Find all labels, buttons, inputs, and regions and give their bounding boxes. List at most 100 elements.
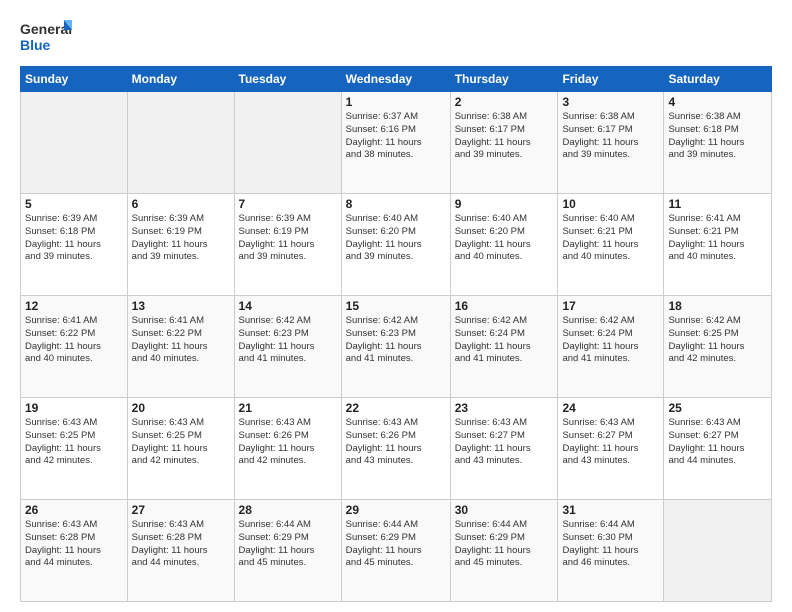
day-number: 15 xyxy=(346,299,446,313)
week-row-0: 1 Sunrise: 6:37 AM Sunset: 6:16 PM Daylig… xyxy=(21,92,772,194)
day-info: Sunrise: 6:43 AM Sunset: 6:27 PM Dayligh… xyxy=(562,417,659,468)
day-number: 27 xyxy=(132,503,230,517)
day-info: Sunrise: 6:43 AM Sunset: 6:28 PM Dayligh… xyxy=(25,519,123,570)
weekday-thursday: Thursday xyxy=(450,67,558,92)
day-info: Sunrise: 6:40 AM Sunset: 6:20 PM Dayligh… xyxy=(346,213,446,264)
calendar-cell: 17 Sunrise: 6:42 AM Sunset: 6:24 PM Dayli… xyxy=(558,296,664,398)
day-number: 12 xyxy=(25,299,123,313)
day-info: Sunrise: 6:42 AM Sunset: 6:25 PM Dayligh… xyxy=(668,315,767,366)
day-number: 6 xyxy=(132,197,230,211)
calendar-cell: 8 Sunrise: 6:40 AM Sunset: 6:20 PM Daylig… xyxy=(341,194,450,296)
day-number: 2 xyxy=(455,95,554,109)
day-number: 19 xyxy=(25,401,123,415)
calendar-cell: 13 Sunrise: 6:41 AM Sunset: 6:22 PM Dayli… xyxy=(127,296,234,398)
calendar-cell: 11 Sunrise: 6:41 AM Sunset: 6:21 PM Dayli… xyxy=(664,194,772,296)
day-number: 3 xyxy=(562,95,659,109)
calendar-cell: 30 Sunrise: 6:44 AM Sunset: 6:29 PM Dayli… xyxy=(450,500,558,602)
day-number: 5 xyxy=(25,197,123,211)
weekday-tuesday: Tuesday xyxy=(234,67,341,92)
calendar-cell: 7Sunrise: 6:39 AM Sunset: 6:19 PM Daylig… xyxy=(234,194,341,296)
day-info: Sunrise: 6:42 AM Sunset: 6:24 PM Dayligh… xyxy=(562,315,659,366)
calendar-cell: 3 Sunrise: 6:38 AM Sunset: 6:17 PM Daylig… xyxy=(558,92,664,194)
calendar-cell: 15 Sunrise: 6:42 AM Sunset: 6:23 PM Dayli… xyxy=(341,296,450,398)
calendar-cell: 10 Sunrise: 6:40 AM Sunset: 6:21 PM Dayli… xyxy=(558,194,664,296)
day-number: 17 xyxy=(562,299,659,313)
day-number: 28 xyxy=(239,503,337,517)
day-number: 30 xyxy=(455,503,554,517)
day-info: Sunrise: 6:42 AM Sunset: 6:23 PM Dayligh… xyxy=(239,315,337,366)
day-info: Sunrise: 6:41 AM Sunset: 6:21 PM Dayligh… xyxy=(668,213,767,264)
day-info: Sunrise: 6:43 AM Sunset: 6:26 PM Dayligh… xyxy=(346,417,446,468)
day-number: 21 xyxy=(239,401,337,415)
day-number: 8 xyxy=(346,197,446,211)
day-number: 23 xyxy=(455,401,554,415)
logo: General Blue xyxy=(20,18,72,56)
calendar-table: SundayMondayTuesdayWednesdayThursdayFrid… xyxy=(20,66,772,602)
day-info: Sunrise: 6:44 AM Sunset: 6:29 PM Dayligh… xyxy=(455,519,554,570)
calendar-cell: 21 Sunrise: 6:43 AM Sunset: 6:26 PM Dayli… xyxy=(234,398,341,500)
day-info: Sunrise: 6:43 AM Sunset: 6:26 PM Dayligh… xyxy=(239,417,337,468)
day-info: Sunrise: 6:43 AM Sunset: 6:28 PM Dayligh… xyxy=(132,519,230,570)
day-number: 1 xyxy=(346,95,446,109)
calendar-cell: 19 Sunrise: 6:43 AM Sunset: 6:25 PM Dayli… xyxy=(21,398,128,500)
day-info: Sunrise: 6:41 AM Sunset: 6:22 PM Dayligh… xyxy=(132,315,230,366)
calendar-cell: 20 Sunrise: 6:43 AM Sunset: 6:25 PM Dayli… xyxy=(127,398,234,500)
logo-svg: General Blue xyxy=(20,18,72,56)
week-row-3: 19 Sunrise: 6:43 AM Sunset: 6:25 PM Dayli… xyxy=(21,398,772,500)
calendar-cell xyxy=(127,92,234,194)
weekday-friday: Friday xyxy=(558,67,664,92)
calendar-cell: 2Sunrise: 6:38 AM Sunset: 6:17 PM Daylig… xyxy=(450,92,558,194)
weekday-saturday: Saturday xyxy=(664,67,772,92)
weekday-sunday: Sunday xyxy=(21,67,128,92)
calendar-cell: 27 Sunrise: 6:43 AM Sunset: 6:28 PM Dayli… xyxy=(127,500,234,602)
calendar-cell: 14 Sunrise: 6:42 AM Sunset: 6:23 PM Dayli… xyxy=(234,296,341,398)
day-number: 20 xyxy=(132,401,230,415)
day-info: Sunrise: 6:40 AM Sunset: 6:21 PM Dayligh… xyxy=(562,213,659,264)
day-info: Sunrise: 6:39 AM Sunset: 6:18 PM Dayligh… xyxy=(25,213,123,264)
day-number: 14 xyxy=(239,299,337,313)
calendar-cell: 25Sunrise: 6:43 AM Sunset: 6:27 PM Dayli… xyxy=(664,398,772,500)
day-number: 26 xyxy=(25,503,123,517)
day-info: Sunrise: 6:42 AM Sunset: 6:23 PM Dayligh… xyxy=(346,315,446,366)
page: General Blue SundayMondayTuesdayWednesda… xyxy=(0,0,792,612)
calendar-cell: 18 Sunrise: 6:42 AM Sunset: 6:25 PM Dayli… xyxy=(664,296,772,398)
calendar-cell: 16 Sunrise: 6:42 AM Sunset: 6:24 PM Dayli… xyxy=(450,296,558,398)
calendar-cell: 22 Sunrise: 6:43 AM Sunset: 6:26 PM Dayli… xyxy=(341,398,450,500)
calendar-cell: 28 Sunrise: 6:44 AM Sunset: 6:29 PM Dayli… xyxy=(234,500,341,602)
day-info: Sunrise: 6:44 AM Sunset: 6:29 PM Dayligh… xyxy=(239,519,337,570)
day-info: Sunrise: 6:43 AM Sunset: 6:25 PM Dayligh… xyxy=(25,417,123,468)
day-info: Sunrise: 6:38 AM Sunset: 6:17 PM Dayligh… xyxy=(562,111,659,162)
calendar-cell: 26 Sunrise: 6:43 AM Sunset: 6:28 PM Dayli… xyxy=(21,500,128,602)
day-info: Sunrise: 6:42 AM Sunset: 6:24 PM Dayligh… xyxy=(455,315,554,366)
day-number: 10 xyxy=(562,197,659,211)
day-info: Sunrise: 6:44 AM Sunset: 6:29 PM Dayligh… xyxy=(346,519,446,570)
week-row-2: 12 Sunrise: 6:41 AM Sunset: 6:22 PM Dayli… xyxy=(21,296,772,398)
day-number: 18 xyxy=(668,299,767,313)
day-info: Sunrise: 6:43 AM Sunset: 6:27 PM Dayligh… xyxy=(668,417,767,468)
day-number: 4 xyxy=(668,95,767,109)
weekday-monday: Monday xyxy=(127,67,234,92)
calendar-cell: 12Sunrise: 6:41 AM Sunset: 6:22 PM Dayli… xyxy=(21,296,128,398)
day-number: 22 xyxy=(346,401,446,415)
day-info: Sunrise: 6:39 AM Sunset: 6:19 PM Dayligh… xyxy=(132,213,230,264)
day-info: Sunrise: 6:43 AM Sunset: 6:25 PM Dayligh… xyxy=(132,417,230,468)
day-number: 31 xyxy=(562,503,659,517)
calendar-cell: 29Sunrise: 6:44 AM Sunset: 6:29 PM Dayli… xyxy=(341,500,450,602)
header: General Blue xyxy=(20,18,772,56)
calendar-cell xyxy=(234,92,341,194)
day-info: Sunrise: 6:43 AM Sunset: 6:27 PM Dayligh… xyxy=(455,417,554,468)
weekday-wednesday: Wednesday xyxy=(341,67,450,92)
week-row-1: 5 Sunrise: 6:39 AM Sunset: 6:18 PM Daylig… xyxy=(21,194,772,296)
day-info: Sunrise: 6:37 AM Sunset: 6:16 PM Dayligh… xyxy=(346,111,446,162)
calendar-cell: 31Sunrise: 6:44 AM Sunset: 6:30 PM Dayli… xyxy=(558,500,664,602)
day-number: 16 xyxy=(455,299,554,313)
day-number: 13 xyxy=(132,299,230,313)
svg-text:Blue: Blue xyxy=(20,37,51,53)
calendar-cell: 1 Sunrise: 6:37 AM Sunset: 6:16 PM Daylig… xyxy=(341,92,450,194)
calendar-cell: 9Sunrise: 6:40 AM Sunset: 6:20 PM Daylig… xyxy=(450,194,558,296)
calendar-cell xyxy=(664,500,772,602)
calendar-cell: 4 Sunrise: 6:38 AM Sunset: 6:18 PM Daylig… xyxy=(664,92,772,194)
day-number: 11 xyxy=(668,197,767,211)
day-info: Sunrise: 6:38 AM Sunset: 6:18 PM Dayligh… xyxy=(668,111,767,162)
week-row-4: 26 Sunrise: 6:43 AM Sunset: 6:28 PM Dayli… xyxy=(21,500,772,602)
